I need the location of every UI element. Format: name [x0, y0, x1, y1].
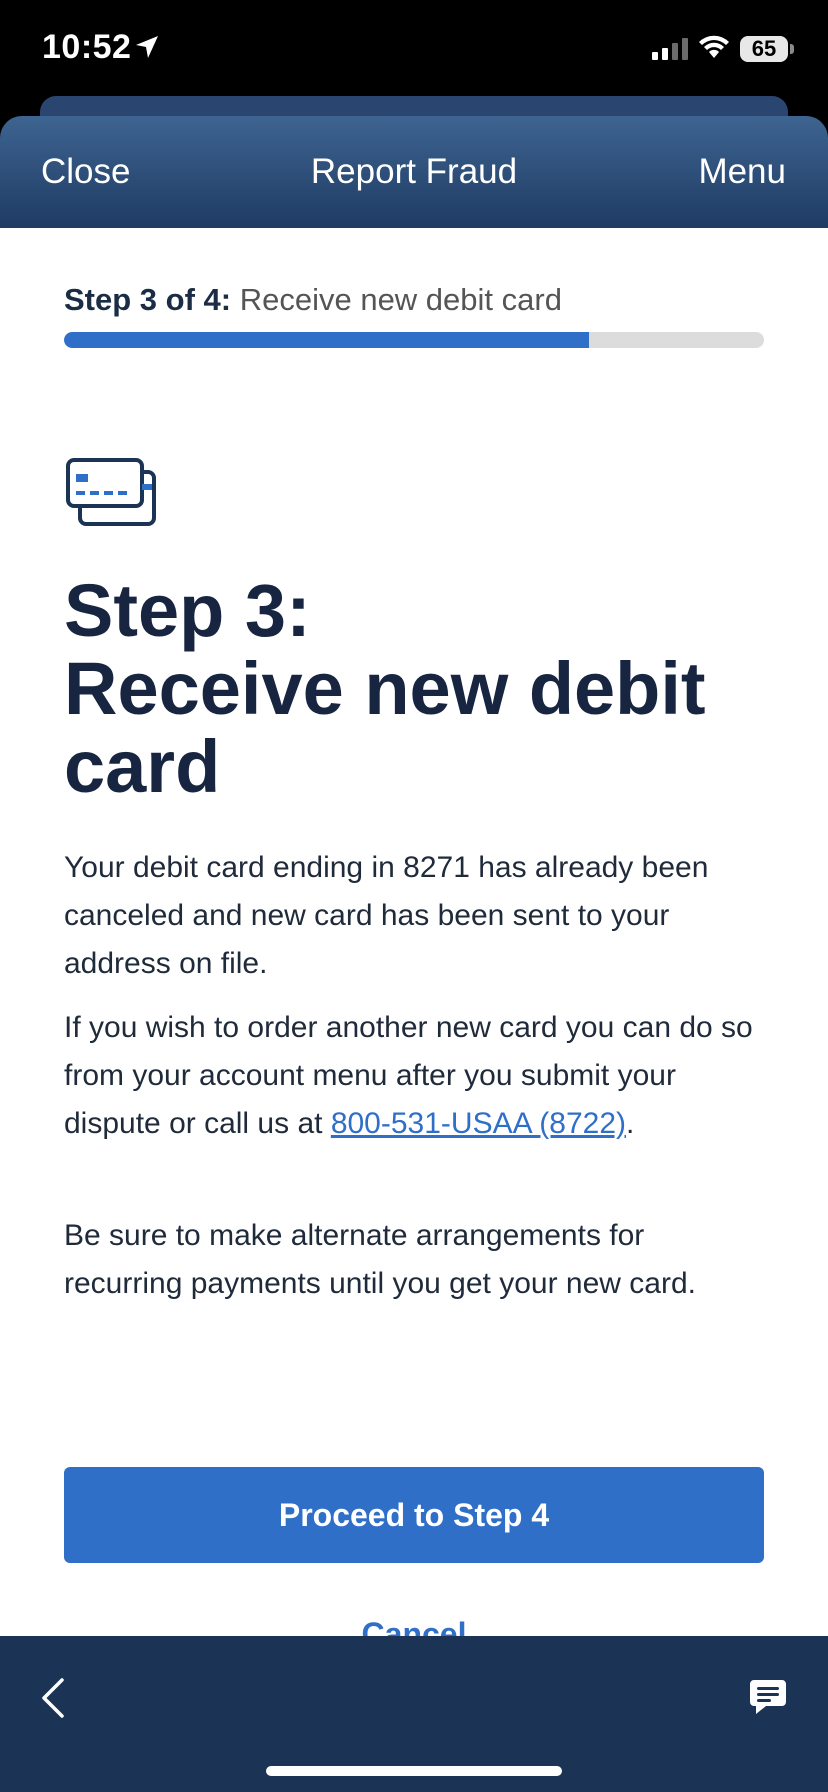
step-indicator: Step 3 of 4: Receive new debit card: [64, 282, 562, 318]
bottom-toolbar: [0, 1636, 828, 1792]
credit-card-icon: [66, 458, 156, 526]
card-canceled-text: Your debit card ending in 8271 has alrea…: [64, 851, 709, 980]
main-content: Step 3 of 4: Receive new debit card Step…: [0, 228, 828, 1636]
nav-header: Close Report Fraud Menu: [0, 116, 828, 228]
status-time: 10:52: [42, 28, 132, 66]
heading-line-1: Step 3:: [64, 569, 311, 652]
chevron-left-icon[interactable]: [40, 1676, 66, 1720]
home-indicator: [266, 1766, 562, 1776]
location-arrow-icon: [136, 36, 158, 58]
recurring-payments-text: Be sure to make alternate arrangements f…: [64, 1219, 696, 1300]
progress-bar-fill: [64, 332, 589, 348]
wifi-icon: [699, 35, 729, 58]
phone-link[interactable]: 800-531-USAA (8722): [331, 1107, 626, 1140]
heading-line-2: Receive new debit card: [64, 647, 706, 808]
cancel-link[interactable]: Cancel: [0, 1616, 828, 1636]
order-new-card-text: If you wish to order another new card yo…: [64, 1004, 764, 1148]
menu-button[interactable]: Menu: [698, 152, 786, 192]
step-count: Step 3 of 4:: [64, 282, 232, 317]
progress-bar: [64, 332, 764, 348]
battery-indicator: 65: [740, 36, 788, 62]
order-new-card-text-end: .: [626, 1107, 635, 1140]
screen: 10:52 65 Close Report Fraud Menu Step 3 …: [0, 0, 828, 1792]
proceed-button[interactable]: Proceed to Step 4: [64, 1467, 764, 1563]
battery-tip: [790, 44, 794, 54]
step-name: Receive new debit card: [239, 282, 562, 317]
step-heading: Step 3: Receive new debit card: [64, 572, 764, 806]
status-bar: 10:52 65: [0, 0, 828, 96]
chat-icon[interactable]: [748, 1678, 788, 1716]
cellular-signal-icon: [652, 38, 688, 60]
